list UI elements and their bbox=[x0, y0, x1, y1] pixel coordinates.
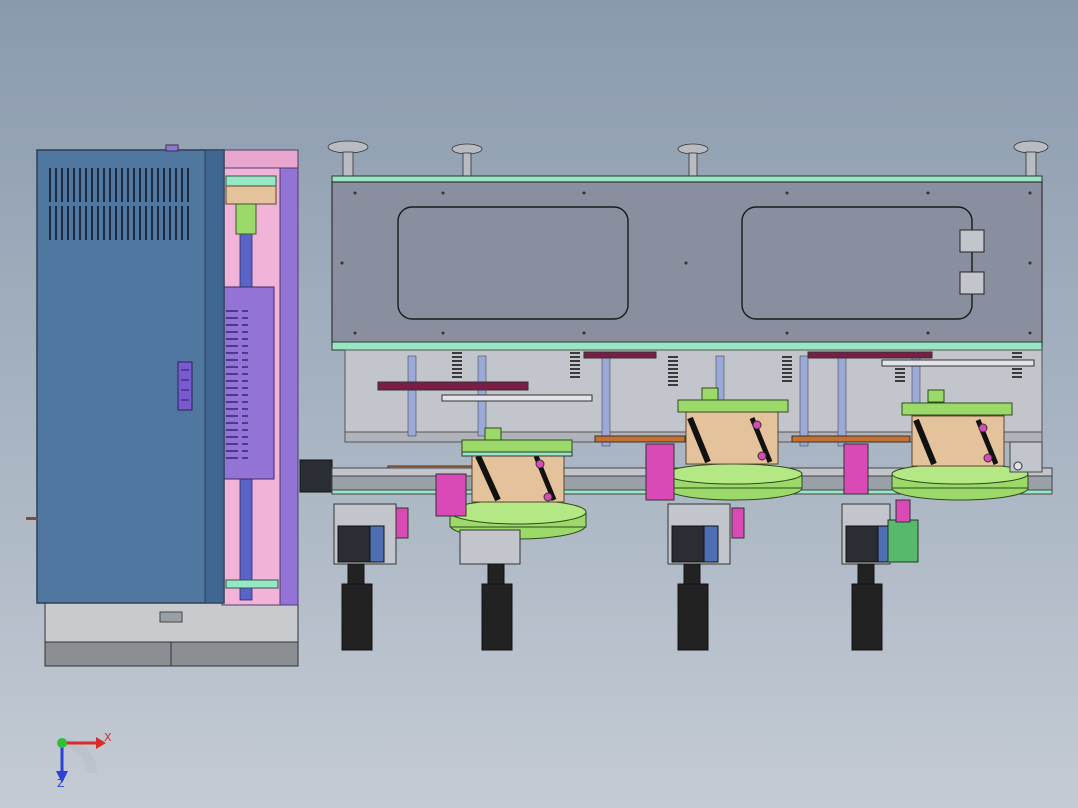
machine-assembly-model[interactable] bbox=[0, 0, 1078, 808]
main-housing[interactable] bbox=[327, 140, 1049, 351]
actuator-4 bbox=[841, 499, 919, 651]
inspection-window-left[interactable] bbox=[397, 206, 629, 320]
cad-viewport[interactable]: X Z bbox=[0, 0, 1078, 808]
leveling-feet bbox=[327, 140, 1049, 177]
rotary-station-1[interactable] bbox=[435, 427, 587, 540]
axis-triad[interactable]: X Z bbox=[40, 725, 130, 795]
axis-triad-icon bbox=[56, 737, 106, 783]
z-axis-label: Z bbox=[57, 777, 65, 790]
inspection-window-right[interactable] bbox=[741, 206, 973, 320]
electrical-cabinet[interactable] bbox=[26, 144, 299, 667]
x-axis-label: X bbox=[104, 731, 112, 744]
actuator-3 bbox=[667, 503, 745, 651]
actuator-2 bbox=[459, 529, 521, 651]
cabinet-door-handle[interactable] bbox=[177, 361, 193, 411]
actuator-1 bbox=[333, 503, 409, 651]
